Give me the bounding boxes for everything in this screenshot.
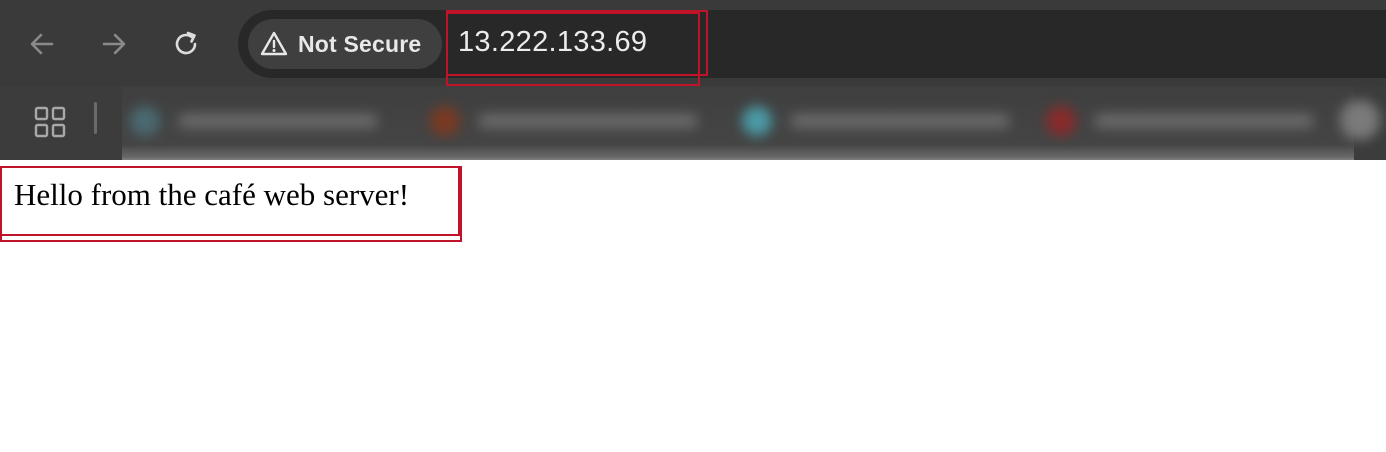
address-bar[interactable]: Not Secure 13.222.133.69 bbox=[238, 10, 1386, 78]
bookmark-item[interactable] bbox=[742, 106, 1010, 136]
security-label: Not Secure bbox=[298, 30, 422, 57]
url-text[interactable]: 13.222.133.69 bbox=[458, 26, 647, 59]
page-content: Hello from the café web server! bbox=[0, 160, 1386, 452]
back-button[interactable] bbox=[20, 22, 64, 66]
warning-triangle-icon bbox=[260, 31, 288, 56]
browser-toolbar: Not Secure 13.222.133.69 bbox=[0, 0, 1386, 86]
bookmarks-overflow[interactable] bbox=[1340, 100, 1380, 140]
bookmarks-divider bbox=[94, 102, 97, 134]
arrow-right-icon bbox=[102, 33, 126, 55]
apps-grid-icon bbox=[34, 106, 66, 138]
reload-button[interactable] bbox=[164, 22, 208, 66]
forward-button[interactable] bbox=[92, 22, 136, 66]
reload-icon bbox=[175, 31, 197, 55]
bookmark-item[interactable] bbox=[1046, 106, 1314, 136]
browser-chrome: Not Secure 13.222.133.69 bbox=[0, 0, 1386, 170]
bookmark-item[interactable] bbox=[130, 106, 378, 136]
bookmark-item[interactable] bbox=[430, 106, 698, 136]
page-body-text: Hello from the café web server! bbox=[14, 177, 410, 212]
apps-button[interactable] bbox=[28, 100, 72, 144]
obscured-bookmarks bbox=[122, 86, 1354, 170]
arrow-left-icon bbox=[30, 33, 54, 55]
security-indicator[interactable]: Not Secure bbox=[248, 19, 442, 69]
